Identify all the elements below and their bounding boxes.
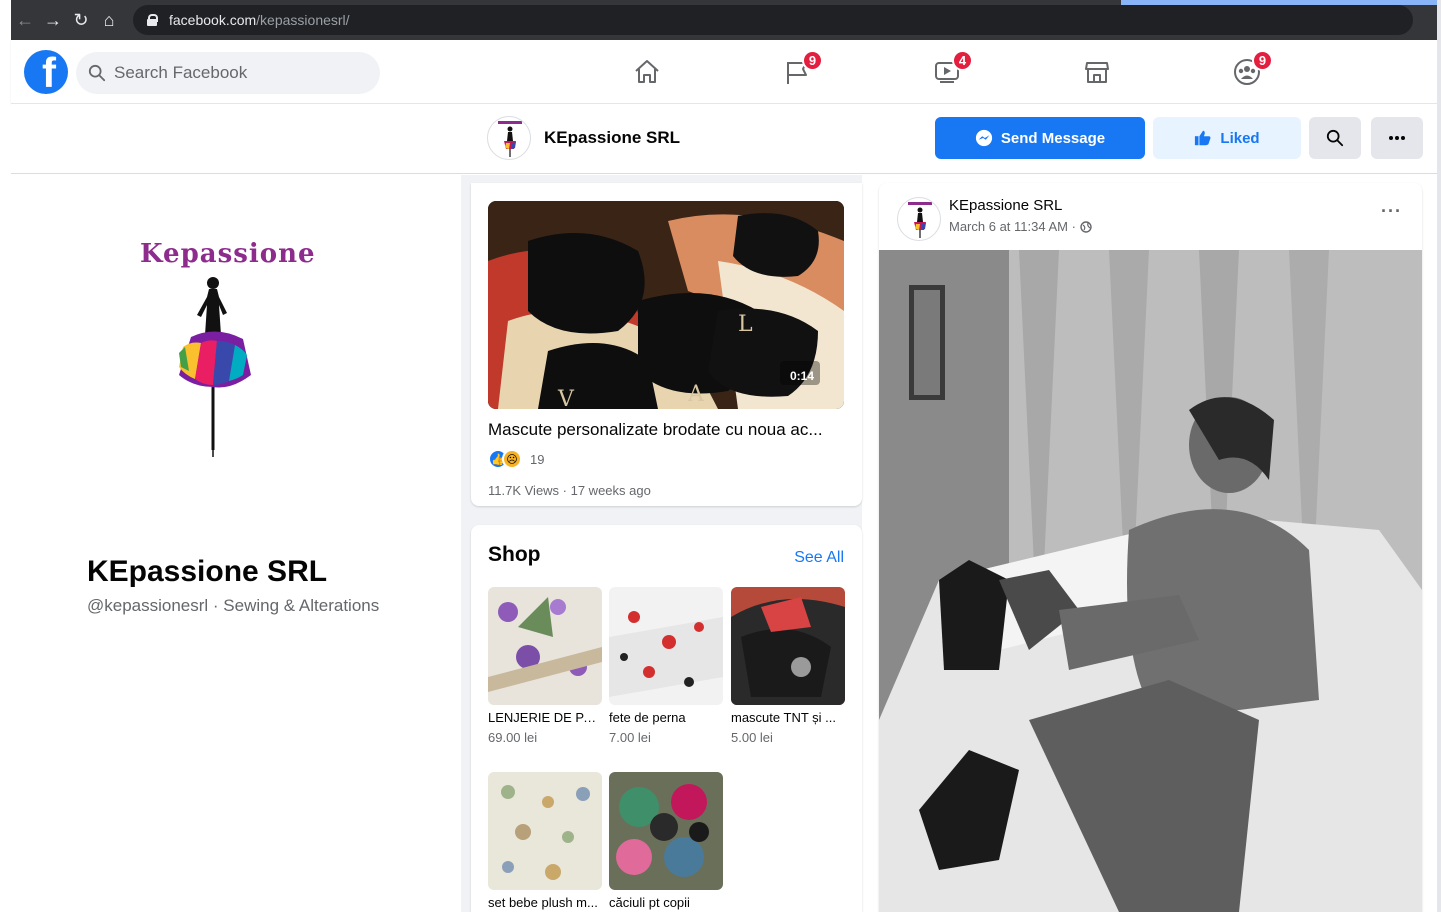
middle-column: L A V 0:14 Mascute personalizate brodate… [461, 175, 862, 912]
url-host: facebook.com [169, 12, 257, 28]
product-name: mascute TNT și ... [731, 710, 836, 725]
liked-button[interactable]: Liked [1153, 117, 1301, 159]
video-duration: 0:14 [789, 369, 814, 383]
page-search-button[interactable] [1309, 117, 1361, 159]
page-avatar[interactable] [487, 116, 531, 160]
page-header-name: KEpassione SRL [544, 128, 681, 147]
post-timestamp[interactable]: March 6 at 11:34 AM · [949, 219, 1092, 234]
svg-text:V: V [557, 387, 575, 409]
home-tab[interactable] [627, 52, 667, 92]
more-dots-icon [1389, 136, 1405, 140]
post-card: KEpassione SRL March 6 at 11:34 AM · ··· [879, 183, 1422, 912]
page-header-bar: KEpassione SRL Send Message Liked [11, 104, 1437, 174]
page-more-button[interactable] [1371, 117, 1423, 159]
page-title: KEpassione SRL [87, 555, 328, 588]
reaction-summary[interactable]: 👍 ☹ 19 [488, 449, 544, 469]
product-card[interactable]: fete de perna 7.00 lei [609, 587, 723, 745]
see-all-link[interactable]: See All [794, 549, 844, 567]
post-more-button[interactable]: ··· [1381, 201, 1402, 222]
search-input[interactable] [114, 63, 354, 83]
window-edge [0, 0, 11, 912]
groups-badge: 9 [1252, 50, 1273, 71]
messenger-icon [975, 129, 992, 147]
send-message-button[interactable]: Send Message [935, 117, 1145, 159]
storefront-icon [1085, 62, 1109, 83]
globe-icon [1080, 220, 1092, 233]
browser-toolbar: ← → ↻ ⌂ facebook.com/kepassionesrl/ [11, 0, 1437, 40]
marketplace-tab[interactable] [1077, 52, 1117, 92]
product-card[interactable]: set bebe plush m... [488, 772, 602, 910]
post-author-avatar[interactable] [897, 197, 941, 241]
nav-tabs: 9 4 9 [571, 40, 1311, 104]
brand-figure-icon [908, 202, 932, 238]
back-arrow-icon[interactable]: ← [11, 6, 39, 34]
product-image [609, 772, 723, 890]
send-message-label: Send Message [1000, 129, 1106, 147]
forward-arrow-icon[interactable]: → [39, 6, 67, 34]
product-name: căciuli pt copii [609, 895, 690, 910]
shop-card: Shop See All LENJERIE DE PAT ... 69.00 l… [471, 525, 862, 912]
thumbs-up-icon [1195, 130, 1211, 146]
video-card: L A V 0:14 Mascute personalizate brodate… [471, 183, 862, 506]
search-icon [88, 64, 106, 82]
groups-tab[interactable]: 9 [1227, 50, 1273, 92]
watch-tab[interactable]: 4 [927, 50, 973, 92]
pages-tab[interactable]: 9 [777, 50, 823, 92]
shop-title: Shop [488, 543, 541, 566]
product-price: 7.00 lei [609, 730, 651, 745]
facebook-top-nav: f 9 4 9 [11, 40, 1437, 104]
screen: ← → ↻ ⌂ facebook.com/kepassionesrl/ f 9 … [0, 0, 1441, 912]
brand-figure-icon [498, 121, 522, 157]
lock-icon [147, 14, 158, 26]
tab-strip-accent [1121, 0, 1437, 5]
reload-icon[interactable]: ↻ [67, 6, 95, 34]
address-bar[interactable]: facebook.com/kepassionesrl/ [133, 5, 1413, 35]
product-price: 5.00 lei [731, 730, 773, 745]
product-name: set bebe plush m... [488, 895, 598, 910]
product-image [488, 587, 602, 705]
video-thumbnail[interactable]: L A V 0:14 [488, 201, 844, 409]
product-image [609, 587, 723, 705]
brand-wordmark: Kepassione [140, 239, 316, 269]
url-path: /kepassionesrl/ [256, 12, 350, 28]
product-image [731, 587, 845, 705]
home-icon[interactable]: ⌂ [95, 6, 123, 34]
page-handle-category: @kepassionesrl · Sewing & Alterations [87, 596, 380, 615]
product-card[interactable]: căciuli pt copii [609, 772, 723, 910]
post-author-name[interactable]: KEpassione SRL [949, 197, 1062, 214]
facebook-logo-icon[interactable]: f [24, 50, 68, 94]
video-meta: 11.7K Views · 17 weeks ago [488, 483, 651, 498]
home-icon [635, 60, 659, 83]
liked-label: Liked [1220, 129, 1260, 147]
svg-text:L: L [738, 312, 753, 337]
pages-badge: 9 [802, 50, 823, 71]
product-name: fete de perna [609, 710, 686, 725]
angry-reaction-icon: ☹ [502, 449, 522, 469]
reaction-count: 19 [530, 451, 545, 467]
post-time-text: March 6 at 11:34 AM · [949, 219, 1076, 234]
product-name: LENJERIE DE PAT ... [488, 710, 602, 725]
post-photo[interactable] [879, 250, 1422, 912]
svg-text:A: A [687, 382, 705, 407]
profile-panel: Kepassione KEpassione SRL @kepassionesrl… [11, 175, 461, 912]
scrollbar[interactable] [1437, 0, 1441, 912]
search-icon [1326, 129, 1344, 147]
product-price: 69.00 lei [488, 730, 538, 745]
product-image [488, 772, 602, 890]
watch-badge: 4 [952, 50, 973, 71]
product-card[interactable]: LENJERIE DE PAT ... 69.00 lei [488, 587, 602, 745]
brand-logo-figure [179, 277, 251, 457]
search-box[interactable] [76, 52, 380, 94]
video-title[interactable]: Mascute personalizate brodate cu noua ac… [488, 420, 823, 440]
product-card[interactable]: mascute TNT și ... 5.00 lei [731, 587, 845, 745]
